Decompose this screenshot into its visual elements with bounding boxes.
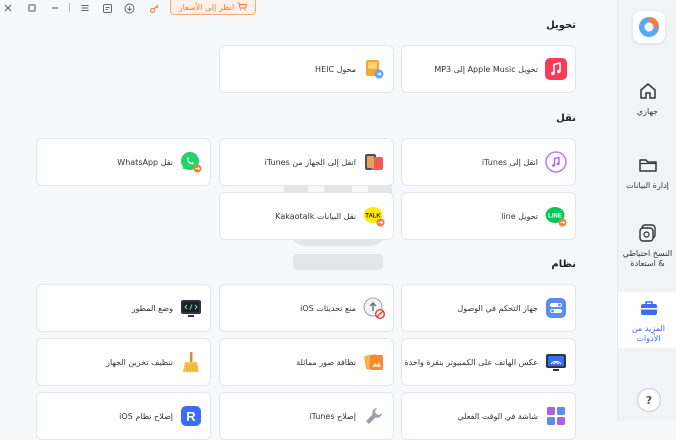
svg-text:TALK: TALK [365,214,381,220]
menu-icon[interactable] [78,1,92,15]
minimize-icon[interactable] [48,1,62,15]
card-similar-photos[interactable]: نظافة صور مماثلة [219,338,394,386]
similar-photos-icon [363,351,385,373]
access-control-icon [545,297,567,319]
apple-music-icon [545,58,567,80]
pricing-label: انظر إلى الأسعار [178,2,235,12]
help-icon: ? [645,393,653,407]
card-itunes-repair[interactable]: إصلاح iTunes [219,392,394,440]
card-label: منع تحديثات iOS [300,303,356,313]
developer-mode-icon [180,297,202,319]
close-icon[interactable] [1,1,15,15]
card-label: عكس الهاتف على الكمبيوتر بنقرة واحدة [404,357,538,367]
card-line-transfer[interactable]: LINE تحويل line [401,192,576,240]
backup-icon [637,222,659,244]
sidebar-item-more-tools[interactable]: المزيد من الأدوات [618,292,676,348]
download-icon[interactable] [122,1,136,15]
pricing-button[interactable]: انظر إلى الأسعار [170,0,256,15]
broom-icon [180,351,202,373]
sidebar-item-my-device[interactable]: جهازي [618,80,676,140]
section-title-transfer: نقل [556,113,576,124]
whatsapp-icon [180,151,202,173]
card-label: إصلاح iTunes [309,411,356,421]
home-icon [637,80,659,102]
screen-mirror-icon [545,351,567,373]
card-label: تنظيف تخزين الجهاز [106,357,173,367]
sidebar-item-label: النسخ احتياطي & استعادة [622,249,673,268]
section-title-convert: تحويل [546,20,576,31]
card-storage-cleanup[interactable]: تنظيف تخزين الجهاز [36,338,211,386]
title-bar: انظر إلى الأسعار [0,0,616,16]
card-label: تحويل line [501,211,538,221]
card-label: انقل إلى الجهاز من iTunes [264,157,356,167]
card-apple-music-to-mp3[interactable]: تحويل Apple Music إلى MP3 [401,45,576,93]
card-transfer-to-itunes[interactable]: انقل إلى iTunes [401,138,576,186]
card-label: جهاز التحكم في الوصول [457,303,538,313]
card-label: نقل البيانات Kakaotalk [275,211,356,221]
card-access-control[interactable]: جهاز التحكم في الوصول [401,284,576,332]
cart-icon [237,2,248,13]
folder-icon [637,154,659,176]
itunes-device-icon [363,151,385,173]
wrench-icon [363,405,385,427]
sidebar: جهازي إدارة البيانات النسخ احتياطي & است… [617,0,676,421]
kakaotalk-icon: TALK [363,205,385,227]
card-label: محول HEIC [315,64,356,74]
key-icon[interactable] [147,1,161,15]
line-icon: LINE [545,205,567,227]
card-heic-converter[interactable]: محول HEIC [219,45,394,93]
card-itunes-to-device[interactable]: انقل إلى الجهاز من iTunes [219,138,394,186]
toolbox-icon [638,297,660,319]
toolbar-divider [69,3,70,12]
card-label: وضع المطور [131,303,173,313]
app-logo [633,11,665,43]
sidebar-item-label: جهازي [636,107,659,116]
card-screen-mirror[interactable]: عكس الهاتف على الكمبيوتر بنقرة واحدة [401,338,576,386]
help-button[interactable]: ? [637,388,661,412]
ios-repair-icon: R [180,405,202,427]
card-developer-mode[interactable]: وضع المطور [36,284,211,332]
card-label: نظافة صور مماثلة [296,357,356,367]
card-kakaotalk-transfer[interactable]: TALK نقل البيانات Kakaotalk [219,192,394,240]
card-label: انقل إلى iTunes [481,157,538,167]
block-update-icon [363,297,385,319]
itunes-icon [545,151,567,173]
card-label: تحويل Apple Music إلى MP3 [434,64,538,74]
heic-icon [363,58,385,80]
card-realtime-screen[interactable]: شاشة في الوقت الفعلي [401,392,576,440]
card-whatsapp-transfer[interactable]: نقل WhatsApp [36,138,211,186]
sidebar-item-label: المزيد من الأدوات [631,324,666,343]
card-ios-system-repair[interactable]: R إصلاح نظام iOS [36,392,211,440]
feedback-icon[interactable] [100,1,114,15]
sidebar-item-label: إدارة البيانات [626,181,669,190]
card-label: شاشة في الوقت الفعلي [457,411,538,421]
sidebar-item-backup-restore[interactable]: النسخ احتياطي & استعادة [618,222,676,286]
realtime-screen-icon [545,405,567,427]
svg-text:LINE: LINE [548,214,562,220]
svg-text:R: R [186,409,196,424]
card-block-ios-updates[interactable]: منع تحديثات iOS [219,284,394,332]
card-label: إصلاح نظام iOS [119,411,173,421]
maximize-icon[interactable] [25,1,39,15]
section-title-system: نظام [551,259,576,270]
sidebar-item-data-management[interactable]: إدارة البيانات [618,154,676,214]
card-label: نقل WhatsApp [117,157,173,167]
